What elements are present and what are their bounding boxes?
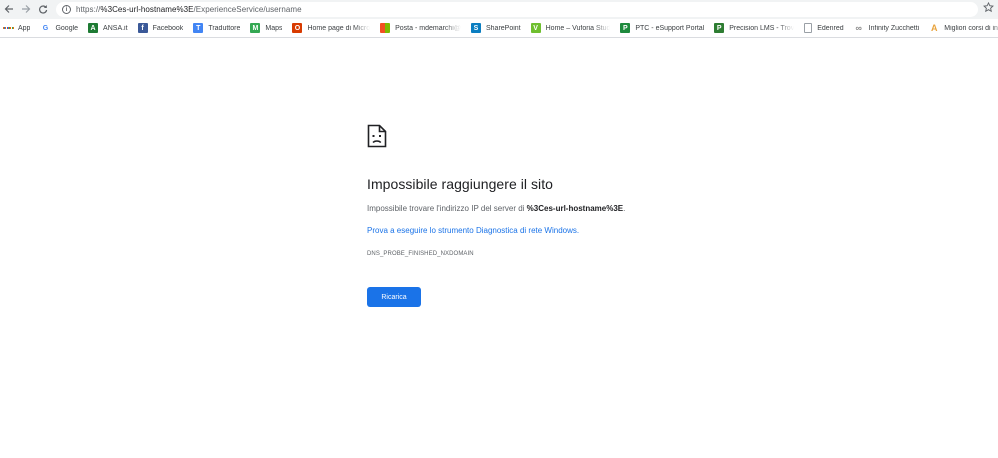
page-icon bbox=[804, 23, 813, 33]
forward-arrow-icon bbox=[21, 4, 31, 14]
sad-document-icon bbox=[367, 124, 387, 148]
bookmark-item[interactable]: Posta - mdemarchi@ bbox=[380, 20, 465, 36]
bookmark-item[interactable]: P PTC - eSupport Portal bbox=[620, 20, 708, 36]
bookmark-label: Infinity Zucchetti bbox=[868, 24, 920, 32]
courses-icon: A bbox=[931, 23, 938, 33]
bookmark-item[interactable]: ∞ Infinity Zucchetti bbox=[854, 20, 924, 36]
maps-icon: M bbox=[250, 23, 261, 33]
error-desc-prefix: Impossibile trovare l'indirizzo IP del s… bbox=[367, 204, 527, 213]
bookmark-item[interactable]: A ANSA.it bbox=[88, 20, 132, 36]
url-text: https://%3Ces-url-hostname%3E/Experience… bbox=[76, 5, 302, 14]
bookmark-item[interactable]: T Traduttore bbox=[193, 20, 244, 36]
bookmark-label: SharePoint bbox=[485, 24, 521, 32]
url-scheme: https:// bbox=[76, 5, 101, 14]
error-desc-host: %3Ces-url-hostname%3E bbox=[526, 204, 624, 213]
ansa-icon: A bbox=[88, 23, 99, 33]
error-desc-suffix: . bbox=[623, 204, 626, 213]
bookmark-item[interactable]: M Maps bbox=[250, 20, 286, 36]
bookmark-star-button[interactable] bbox=[981, 0, 995, 18]
bookmark-label: App bbox=[18, 24, 31, 32]
bookmark-label: Edenred bbox=[817, 24, 844, 32]
browser-toolbar: i https://%3Ces-url-hostname%3E/Experien… bbox=[0, 0, 998, 19]
bookmark-label: Facebook bbox=[152, 24, 184, 32]
bookmark-item[interactable]: V Home – Vuforia Stud bbox=[530, 20, 615, 36]
infinity-icon: ∞ bbox=[855, 23, 862, 33]
bookmark-label: Migliori corsi di ingle bbox=[944, 24, 998, 32]
bookmark-label: PTC - eSupport Portal bbox=[635, 24, 705, 32]
forward-button[interactable] bbox=[19, 2, 33, 16]
bookmark-item[interactable]: O Home page di Micro bbox=[292, 20, 374, 36]
precision-lms-icon: P bbox=[714, 23, 725, 33]
bookmark-label: Home page di Micro bbox=[307, 24, 371, 32]
info-icon[interactable]: i bbox=[62, 5, 71, 14]
ptc-icon: P bbox=[620, 23, 631, 33]
bookmark-label: ANSA.it bbox=[103, 24, 128, 32]
back-arrow-icon bbox=[4, 4, 14, 14]
bookmark-label: Home – Vuforia Stud bbox=[545, 24, 611, 32]
vuforia-icon: V bbox=[530, 23, 541, 33]
translate-icon: T bbox=[193, 23, 204, 33]
address-bar[interactable]: i https://%3Ces-url-hostname%3E/Experien… bbox=[56, 2, 978, 17]
sharepoint-icon: S bbox=[470, 23, 481, 33]
error-code: DNS_PROBE_FINISHED_NXDOMAIN bbox=[367, 251, 474, 257]
bookmark-item[interactable]: f Facebook bbox=[137, 20, 188, 36]
error-description: Impossibile trovare l'indirizzo IP del s… bbox=[367, 204, 887, 213]
bookmark-label: Precision LMS - Trov bbox=[729, 24, 795, 32]
bookmark-item[interactable]: A Migliori corsi di ingle bbox=[929, 20, 998, 36]
bookmark-item[interactable]: G Google bbox=[40, 20, 82, 36]
reload-button[interactable]: Ricarica bbox=[367, 287, 421, 307]
bookmark-item[interactable]: P Precision LMS - Trov bbox=[714, 20, 798, 36]
url-host: %3Ces-url-hostname%3E bbox=[100, 5, 194, 14]
network-diagnostics-link[interactable]: Prova a eseguire lo strumento Diagnostic… bbox=[367, 226, 579, 235]
apps-grid-icon bbox=[3, 23, 13, 33]
bookmark-label: Traduttore bbox=[208, 24, 241, 32]
facebook-icon: f bbox=[137, 23, 148, 33]
bookmarks-bar: App G Google A ANSA.it f Facebook T Traduttore M M… bbox=[0, 19, 998, 38]
bookmark-item[interactable]: Edenred bbox=[804, 20, 847, 36]
reload-toolbar-button[interactable] bbox=[36, 2, 50, 16]
error-title: Impossibile raggiungere il sito bbox=[367, 176, 553, 192]
error-page: Impossibile raggiungere il sito Impossib… bbox=[367, 124, 887, 307]
url-path: /ExperienceService/username bbox=[193, 5, 302, 14]
office-icon: O bbox=[292, 23, 303, 33]
star-icon bbox=[982, 0, 994, 18]
google-icon: G bbox=[42, 24, 49, 32]
bookmark-label: Maps bbox=[265, 24, 283, 32]
bookmark-item[interactable]: S SharePoint bbox=[470, 20, 525, 36]
windows-icon bbox=[380, 23, 391, 33]
back-button[interactable] bbox=[2, 2, 16, 16]
bookmark-item[interactable]: App bbox=[3, 20, 34, 36]
bookmark-label: Google bbox=[55, 24, 79, 32]
reload-icon bbox=[38, 4, 48, 14]
bookmark-label: Posta - mdemarchi@ bbox=[395, 24, 461, 32]
